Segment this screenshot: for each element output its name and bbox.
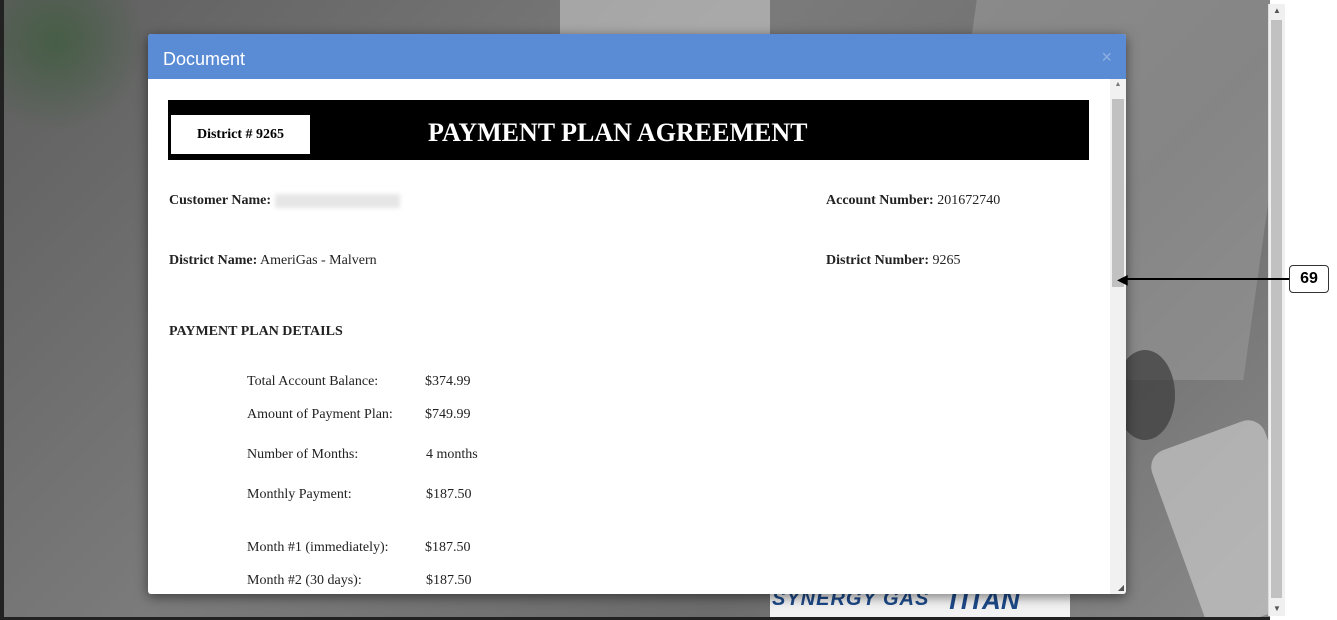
section-title: PAYMENT PLAN DETAILS — [169, 324, 343, 339]
district-name-value: AmeriGas - Malvern — [259, 253, 377, 268]
document-body: District # 9265 PAYMENT PLAN AGREEMENT C… — [148, 79, 1110, 594]
detail-label: Month #2 (30 days): — [247, 573, 362, 588]
agreement-banner: District # 9265 PAYMENT PLAN AGREEMENT — [168, 100, 1089, 160]
redacted-block — [274, 193, 400, 208]
modal-scroll-thumb[interactable] — [1112, 99, 1124, 287]
detail-label: Amount of Payment Plan: — [247, 407, 393, 422]
customer-name-label: Customer Name: — [169, 193, 271, 208]
account-number-field: Account Number: 201672740 — [826, 193, 1000, 209]
resize-grip-icon[interactable]: ◢ — [1118, 583, 1124, 592]
document-modal: Document × District # 9265 PAYMENT PLAN … — [148, 34, 1126, 594]
detail-value: $187.50 — [426, 573, 472, 588]
account-number-label: Account Number: — [826, 193, 934, 208]
arrow-left-icon: ◀ — [1117, 271, 1128, 287]
annotation-badge: 69 — [1289, 265, 1329, 293]
district-number-field: District Number: 9265 — [826, 253, 961, 269]
detail-value: 4 months — [426, 447, 478, 462]
left-border — [0, 0, 4, 620]
modal-title: Document — [163, 49, 246, 69]
customer-name-field: Customer Name: — [169, 193, 400, 209]
detail-value: $187.50 — [425, 540, 471, 555]
detail-label: Total Account Balance: — [247, 374, 379, 389]
agreement-heading: PAYMENT PLAN AGREEMENT — [428, 118, 808, 147]
district-number-value: 9265 — [932, 253, 961, 268]
plant-decoration — [0, 0, 140, 140]
modal-scrollbar[interactable]: ▲ ◢ — [1110, 79, 1126, 594]
detail-value: $374.99 — [425, 374, 471, 389]
modal-header: Document × — [148, 34, 1126, 79]
district-name-label: District Name: — [169, 253, 258, 268]
district-box: District # 9265 — [171, 115, 310, 154]
account-number-value: 201672740 — [937, 193, 1001, 208]
detail-value: $749.99 — [425, 407, 471, 422]
scroll-up-arrow-icon[interactable]: ▲ — [1110, 81, 1126, 93]
detail-label: Month #1 (immediately): — [247, 540, 389, 555]
phone-decoration — [1146, 415, 1270, 620]
page-scrollbar[interactable]: ▲ ▼ — [1268, 4, 1285, 616]
detail-value: $187.50 — [426, 487, 472, 502]
scroll-up-arrow-icon[interactable]: ▲ — [1269, 4, 1285, 18]
district-number-label: District Number: — [826, 253, 930, 268]
page-scroll-thumb[interactable] — [1271, 20, 1282, 598]
close-icon[interactable]: × — [1101, 47, 1112, 68]
annotation-line — [1121, 278, 1289, 280]
detail-label: Monthly Payment: — [247, 487, 352, 502]
district-name-field: District Name: AmeriGas - Malvern — [169, 253, 377, 269]
detail-label: Number of Months: — [247, 447, 359, 462]
scroll-down-arrow-icon[interactable]: ▼ — [1269, 602, 1285, 616]
